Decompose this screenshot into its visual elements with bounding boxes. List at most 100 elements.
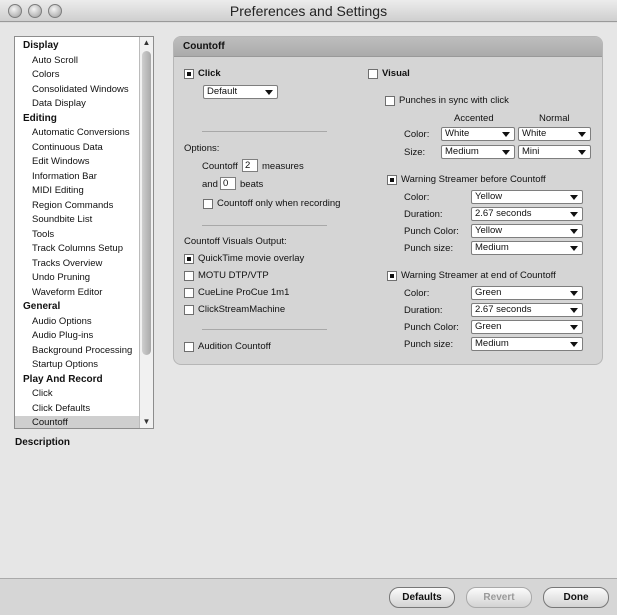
divider [202,225,327,226]
sidebar-item[interactable]: Colors [15,68,140,83]
countoff-measures-input[interactable]: 2 [242,159,258,172]
sidebar-item[interactable]: Audio Plug-ins [15,329,140,344]
quicktime-overlay-label: QuickTime movie overlay [198,253,305,264]
streamer-before-color-label: Color: [404,192,430,203]
streamer-end-color-select[interactable]: Green [471,286,583,300]
countoff-panel: Countoff Click Default Options: Countoff… [173,36,603,365]
cueline-procue-checkbox[interactable] [184,288,194,298]
streamer-end-duration-select[interactable]: 2.67 seconds [471,303,583,317]
sidebar-item[interactable]: Auto Scroll [15,54,140,69]
streamer-end-color-label: Color: [404,288,430,299]
chevron-down-icon [502,132,510,137]
punches-sync-label: Punches in sync with click [399,95,509,106]
streamer-before-punch-color-value: Yellow [475,225,503,236]
sidebar-item[interactable]: Audio Options [15,315,140,330]
scroll-up-icon[interactable]: ▲ [140,37,153,49]
streamer-before-punch-size-select[interactable]: Medium [471,241,583,255]
streamer-before-duration-select[interactable]: 2.67 seconds [471,207,583,221]
chevron-down-icon [570,342,578,347]
normal-color-select[interactable]: White [518,127,591,141]
chevron-down-icon [578,150,586,155]
audition-countoff-checkbox[interactable] [184,342,194,352]
streamer-before-punch-color-label: Punch Color: [404,226,459,237]
streamer-before-duration-value: 2.67 seconds [475,208,532,219]
streamer-end-punch-color-select[interactable]: Green [471,320,583,334]
sidebar-item[interactable]: Data Display [15,97,140,112]
audition-countoff-label: Audition Countoff [198,341,271,352]
scroll-down-icon[interactable]: ▼ [140,416,153,428]
normal-label: Normal [539,113,570,124]
defaults-button[interactable]: Defaults [389,587,455,608]
description-label: Description [15,437,71,448]
chevron-down-icon [570,291,578,296]
streamer-before-punch-color-select[interactable]: Yellow [471,224,583,238]
chevron-down-icon [570,246,578,251]
category-list-items: Display Auto Scroll Colors Consolidated Win… [15,39,140,428]
sidebar-item[interactable]: Tools [15,228,140,243]
streamer-end-color-value: Green [475,287,502,298]
sidebar-item[interactable]: Track Columns Setup [15,242,140,257]
sidebar-item[interactable]: Edit Windows [15,155,140,170]
accented-size-select[interactable]: Medium [441,145,515,159]
click-label: Click [198,68,221,79]
clickstreammachine-checkbox[interactable] [184,305,194,315]
scrollbar-thumb[interactable] [142,51,151,355]
done-button[interactable]: Done [543,587,609,608]
sidebar-item[interactable]: MIDI Editing [15,184,140,199]
sidebar-group-heading: General [23,301,61,312]
streamer-end-duration-label: Duration: [404,305,443,316]
accented-color-select[interactable]: White [441,127,515,141]
sidebar-item[interactable]: Consolidated Windows [15,83,140,98]
streamer-before-punch-size-value: Medium [475,242,509,253]
sidebar-item[interactable]: Tracks Overview [15,257,140,272]
sidebar-scrollbar[interactable]: ▲ ▼ [139,37,153,428]
normal-size-select[interactable]: Mini [518,145,591,159]
streamer-end-label: Warning Streamer at end of Countoff [401,270,556,281]
click-preset-select[interactable]: Default [203,85,278,99]
button-bar: Defaults Revert Done [0,578,617,615]
sidebar-group-heading: Play And Record [23,373,103,385]
sidebar-item[interactable]: Click [15,387,140,402]
revert-button[interactable]: Revert [466,587,532,608]
accented-size-value: Medium [445,146,479,157]
sidebar-item[interactable]: Undo Pruning [15,271,140,286]
sidebar-item[interactable]: Region Commands [15,199,140,214]
chevron-down-icon [570,229,578,234]
streamer-end-punch-size-select[interactable]: Medium [471,337,583,351]
sidebar-item[interactable]: Click Defaults [15,402,140,417]
visual-size-label: Size: [404,147,426,158]
sidebar-item[interactable]: Waveform Editor [15,286,140,301]
punches-sync-checkbox[interactable] [385,96,395,106]
sidebar-item[interactable]: Continuous Data [15,141,140,156]
streamer-before-duration-label: Duration: [404,209,443,220]
visuals-output-label: Countoff Visuals Output: [184,236,287,247]
motu-dtp-checkbox[interactable] [184,271,194,281]
sidebar-item[interactable]: Automatic Conversions [15,126,140,141]
visual-checkbox[interactable] [368,69,378,79]
countoff-beats-input[interactable]: 0 [220,177,236,190]
click-checkbox[interactable] [184,69,194,79]
panel-title: Countoff [174,37,602,57]
sidebar-item[interactable]: Countoff [15,416,140,428]
streamer-before-punch-size-label: Punch size: [404,243,454,254]
streamer-before-label: Warning Streamer before Countoff [401,174,546,185]
divider [202,329,327,330]
streamer-before-checkbox[interactable] [387,175,397,185]
sidebar-item[interactable]: Startup Options [15,358,140,373]
sidebar-item[interactable]: Information Bar [15,170,140,185]
chevron-down-icon [578,132,586,137]
streamer-end-punch-color-label: Punch Color: [404,322,459,333]
streamer-end-duration-value: 2.67 seconds [475,304,532,315]
preferences-category-list[interactable]: Display Auto Scroll Colors Consolidated Win… [14,36,154,429]
chevron-down-icon [502,150,510,155]
and-label: and [202,179,218,190]
chevron-down-icon [570,325,578,330]
sidebar-item[interactable]: Soundbite List [15,213,140,228]
countoff-only-recording-checkbox[interactable] [203,199,213,209]
sidebar-item[interactable]: Background Processing [15,344,140,359]
streamer-before-color-select[interactable]: Yellow [471,190,583,204]
quicktime-overlay-checkbox[interactable] [184,254,194,264]
streamer-end-punch-size-value: Medium [475,338,509,349]
streamer-end-checkbox[interactable] [387,271,397,281]
accented-label: Accented [454,113,494,124]
